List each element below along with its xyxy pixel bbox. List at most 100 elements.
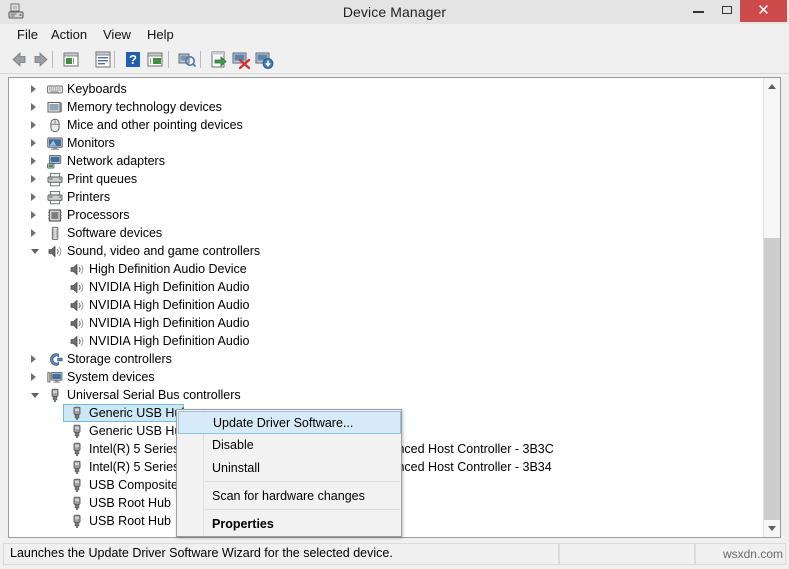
context-menu-item-disable[interactable]: Disable — [178, 434, 401, 457]
device-tree-row[interactable]: Universal Serial Bus controllers — [9, 386, 764, 404]
close-icon: ✕ — [757, 2, 770, 19]
menu-file[interactable]: File — [10, 24, 45, 46]
storage-icon — [47, 352, 63, 367]
expand-triangle-icon[interactable] — [31, 373, 40, 382]
context-menu-item-label: Scan for hardware changes — [212, 489, 365, 503]
context-menu-item-update-driver-software[interactable]: Update Driver Software... — [178, 411, 401, 434]
device-tree-row-label: Network adapters — [67, 154, 165, 168]
device-tree-row[interactable]: Network adapters — [9, 152, 764, 170]
disable-device-icon[interactable] — [253, 49, 275, 70]
monitor-icon — [47, 136, 63, 151]
expand-triangle-icon[interactable] — [31, 355, 40, 364]
context-menu-item-scan-for-hardware-changes[interactable]: Scan for hardware changes — [178, 485, 401, 508]
uninstall-device-icon[interactable] — [230, 49, 252, 70]
expand-triangle-icon[interactable] — [31, 193, 40, 202]
device-tree-row-label: Monitors — [67, 136, 115, 150]
menu-help[interactable]: Help — [140, 24, 181, 46]
device-tree-row-label: Memory technology devices — [67, 100, 222, 114]
maximize-icon — [722, 6, 732, 14]
expand-triangle-icon[interactable] — [31, 229, 40, 238]
forward-icon[interactable] — [30, 49, 52, 70]
device-tree-row[interactable]: System devices — [9, 368, 764, 386]
scrollbar-thumb[interactable] — [764, 238, 780, 520]
device-tree-row[interactable]: Monitors — [9, 134, 764, 152]
device-tree-row-label: Processors — [67, 208, 130, 222]
status-bar: Launches the Update Driver Software Wiza… — [0, 540, 789, 569]
device-tree-row-label: Software devices — [67, 226, 163, 240]
toolbar-separator — [114, 51, 115, 68]
device-tree-row-label: Keyboards — [67, 82, 127, 96]
speaker-icon — [69, 262, 85, 277]
status-panel-middle — [559, 543, 695, 565]
status-message: Launches the Update Driver Software Wiza… — [10, 546, 393, 560]
device-tree-row-label: Generic USB Hub — [89, 424, 189, 438]
device-tree-row[interactable]: Processors — [9, 206, 764, 224]
show-hide-console-tree-icon[interactable] — [60, 49, 82, 70]
menu-view[interactable]: View — [96, 24, 138, 46]
device-tree-row[interactable]: Printers — [9, 188, 764, 206]
device-tree-row-label: NVIDIA High Definition Audio — [89, 334, 250, 348]
device-tree-row[interactable]: NVIDIA High Definition Audio — [9, 296, 764, 314]
close-button[interactable]: ✕ — [740, 0, 787, 22]
back-icon[interactable] — [8, 49, 30, 70]
device-tree-row[interactable]: Keyboards — [9, 80, 764, 98]
expand-triangle-icon[interactable] — [31, 85, 40, 94]
maximize-button[interactable] — [713, 0, 741, 22]
menu-bar: File Action View Help — [0, 24, 789, 46]
device-tree-row[interactable]: High Definition Audio Device — [9, 260, 764, 278]
speaker-icon — [69, 280, 85, 295]
context-menu-separator — [205, 481, 400, 482]
device-tree-row-label: Sound, video and game controllers — [67, 244, 261, 258]
device-tree-row[interactable]: Mice and other pointing devices — [9, 116, 764, 134]
processor-icon — [47, 208, 63, 223]
device-tree-row-label: Print queues — [67, 172, 138, 186]
device-tree-row-label: USB Root Hub — [89, 514, 171, 528]
device-tree-row[interactable]: Software devices — [9, 224, 764, 242]
device-tree-row[interactable]: Storage controllers — [9, 350, 764, 368]
device-tree-row-label: NVIDIA High Definition Audio — [89, 298, 250, 312]
mouse-icon — [47, 118, 63, 133]
help-icon[interactable]: ? — [122, 49, 144, 70]
usb-icon — [69, 496, 85, 511]
context-menu-item-uninstall[interactable]: Uninstall — [178, 457, 401, 480]
speaker-icon — [69, 298, 85, 313]
context-menu-item-properties[interactable]: Properties — [178, 513, 401, 536]
properties-icon[interactable] — [92, 49, 114, 70]
device-tree-row-label: USB Root Hub — [89, 496, 171, 510]
scan-for-hardware-changes-icon[interactable] — [176, 49, 198, 70]
toolbar: ? — [0, 46, 789, 74]
device-tree-row[interactable]: NVIDIA High Definition Audio — [9, 332, 764, 350]
expand-triangle-icon[interactable] — [31, 157, 40, 166]
expand-triangle-icon[interactable] — [31, 139, 40, 148]
update-driver-software-icon[interactable] — [208, 49, 230, 70]
expand-triangle-icon[interactable] — [31, 175, 40, 184]
usb-icon — [69, 460, 85, 475]
device-manager-window: Device Manager ✕ File Action View Help ?… — [0, 0, 789, 569]
device-tree-row[interactable]: Sound, video and game controllers — [9, 242, 764, 260]
collapse-triangle-icon[interactable] — [31, 247, 40, 256]
minimize-icon — [693, 11, 704, 13]
toolbar-separator — [168, 51, 169, 68]
usb-icon — [69, 424, 85, 439]
device-tree-row[interactable]: Memory technology devices — [9, 98, 764, 116]
device-tree-row[interactable]: NVIDIA High Definition Audio — [9, 314, 764, 332]
view-list-icon[interactable] — [144, 49, 166, 70]
title-bar: Device Manager ✕ — [0, 0, 789, 25]
usb-icon — [69, 442, 85, 457]
speaker-icon — [69, 334, 85, 349]
printer-icon — [47, 172, 63, 187]
device-tree-row-label: High Definition Audio Device — [89, 262, 247, 276]
expand-triangle-icon[interactable] — [31, 211, 40, 220]
device-tree-row[interactable]: Print queues — [9, 170, 764, 188]
menu-action[interactable]: Action — [44, 24, 94, 46]
scroll-down-icon[interactable] — [764, 520, 780, 537]
device-tree-row[interactable]: NVIDIA High Definition Audio — [9, 278, 764, 296]
context-menu-separator — [205, 509, 400, 510]
scroll-up-icon[interactable] — [764, 78, 780, 95]
collapse-triangle-icon[interactable] — [31, 391, 40, 400]
memory-icon — [47, 100, 63, 115]
vertical-scrollbar[interactable] — [763, 78, 780, 537]
expand-triangle-icon[interactable] — [31, 103, 40, 112]
expand-triangle-icon[interactable] — [31, 121, 40, 130]
minimize-button[interactable] — [684, 0, 712, 22]
